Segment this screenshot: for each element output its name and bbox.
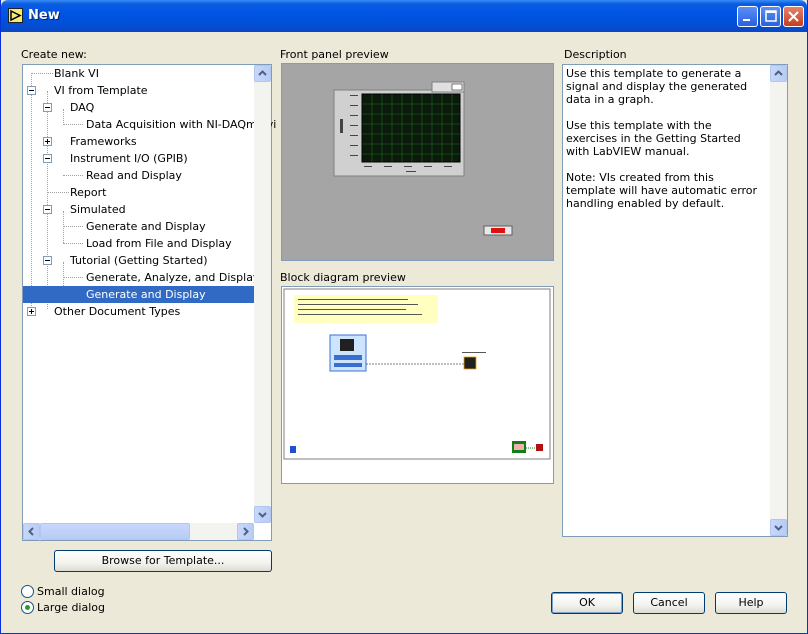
ok-button[interactable]: OK: [551, 592, 623, 614]
tree-item-other-document-types[interactable]: Other Document Types: [54, 303, 180, 320]
labview-app-icon: [8, 8, 23, 23]
tree-line: [63, 211, 64, 243]
create-new-label: Create new:: [21, 48, 87, 61]
tree-item-generate-analyze-display[interactable]: Generate, Analyze, and Display: [86, 269, 259, 286]
scroll-down-button[interactable]: [254, 506, 271, 523]
front-panel-preview: [281, 63, 554, 261]
tree-line: [63, 175, 83, 176]
tree-vertical-scrollbar[interactable]: [254, 65, 271, 523]
front-panel-thumbnail: [333, 81, 513, 236]
close-button[interactable]: [783, 6, 804, 27]
tree-item-tutorial-generate-and-display[interactable]: Generate and Display: [23, 286, 254, 303]
horizontal-scroll-thumb[interactable]: [40, 523, 190, 540]
title-bar[interactable]: New: [1, 0, 807, 32]
cancel-button[interactable]: Cancel: [633, 592, 705, 614]
block-diagram-preview: [281, 286, 554, 484]
tree-item-simulated[interactable]: Simulated: [70, 201, 126, 218]
desc-scroll-down-button[interactable]: [770, 519, 787, 536]
tree-item-read-and-display[interactable]: Read and Display: [86, 167, 182, 184]
tree-line: [47, 192, 69, 193]
tree-item-report[interactable]: Report: [70, 184, 106, 201]
expand-other-document-types-icon[interactable]: [27, 307, 36, 316]
small-dialog-radio[interactable]: [21, 585, 34, 598]
scroll-left-button[interactable]: [23, 523, 40, 540]
scroll-right-button[interactable]: [237, 523, 254, 540]
tree-item-simulated-generate-and-display[interactable]: Generate and Display: [86, 218, 206, 235]
description-label: Description: [564, 48, 627, 61]
collapse-instrument-io-icon[interactable]: [43, 154, 52, 163]
window-title: New: [28, 8, 60, 23]
tree-item-instrument-io[interactable]: Instrument I/O (GPIB): [70, 150, 188, 167]
tree-line: [63, 226, 83, 227]
description-text: Use this template to generate a signal a…: [566, 67, 758, 210]
collapse-vi-from-template-icon[interactable]: [27, 86, 36, 95]
large-dialog-label[interactable]: Large dialog: [37, 601, 105, 614]
tree-line: [63, 243, 83, 244]
tree-item-tutorial[interactable]: Tutorial (Getting Started): [70, 252, 208, 269]
small-dialog-label[interactable]: Small dialog: [37, 585, 105, 598]
large-dialog-radio[interactable]: [21, 601, 34, 614]
tree-item-vi-from-template[interactable]: VI from Template: [54, 82, 148, 99]
collapse-daq-icon[interactable]: [43, 103, 52, 112]
tree-line: [63, 277, 83, 278]
tree-line: [47, 91, 48, 309]
tree-horizontal-scrollbar[interactable]: [23, 523, 254, 540]
block-diagram-preview-label: Block diagram preview: [280, 271, 406, 284]
tree-line: [63, 109, 64, 125]
expand-frameworks-icon[interactable]: [43, 137, 52, 146]
collapse-simulated-icon[interactable]: [43, 205, 52, 214]
collapse-tutorial-icon[interactable]: [43, 256, 52, 265]
tree-line: [31, 73, 32, 310]
template-tree[interactable]: Blank VI VI from Template DAQ Data Acqui…: [22, 64, 276, 541]
front-panel-preview-label: Front panel preview: [280, 48, 389, 61]
tree-item-frameworks[interactable]: Frameworks: [70, 133, 137, 150]
browse-for-template-button[interactable]: Browse for Template...: [54, 550, 272, 572]
scroll-up-button[interactable]: [254, 65, 271, 82]
tree-item-daq[interactable]: DAQ: [70, 99, 94, 116]
description-panel: Use this template to generate a signal a…: [562, 64, 788, 537]
help-button[interactable]: Help: [715, 592, 787, 614]
description-vertical-scrollbar[interactable]: [770, 65, 787, 536]
maximize-button[interactable]: [760, 6, 781, 27]
tree-line: [63, 124, 83, 125]
tree-item-daq-nidaqmx[interactable]: Data Acquisition with NI-DAQmx.vi: [86, 116, 276, 133]
tree-item-blank-vi[interactable]: Blank VI: [54, 65, 99, 82]
block-diagram-thumbnail: [283, 288, 551, 460]
minimize-button[interactable]: [737, 6, 758, 27]
tree-line: [31, 73, 53, 74]
desc-scroll-up-button[interactable]: [770, 65, 787, 82]
tree-item-load-from-file-and-display[interactable]: Load from File and Display: [86, 235, 232, 252]
new-dialog-window: New Create new: Front panel preview Bloc…: [0, 0, 808, 634]
